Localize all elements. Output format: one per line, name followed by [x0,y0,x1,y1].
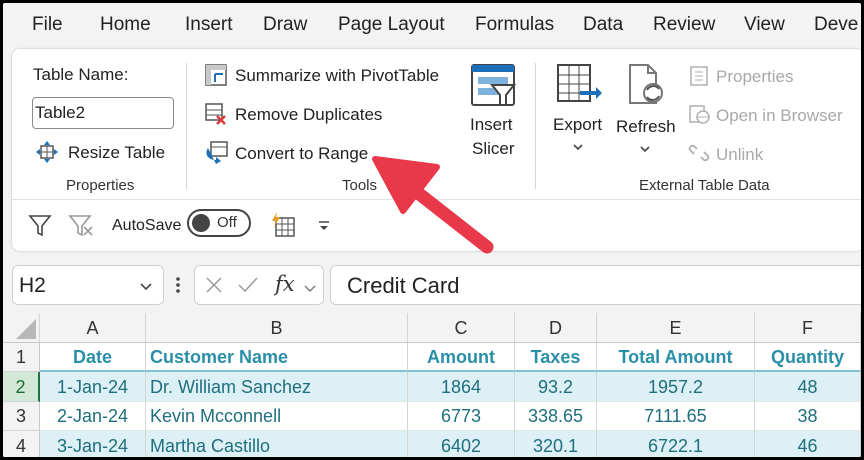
excel-window: File Home Insert Draw Page Layout Formul… [3,3,861,457]
annotation-arrow [372,156,494,254]
